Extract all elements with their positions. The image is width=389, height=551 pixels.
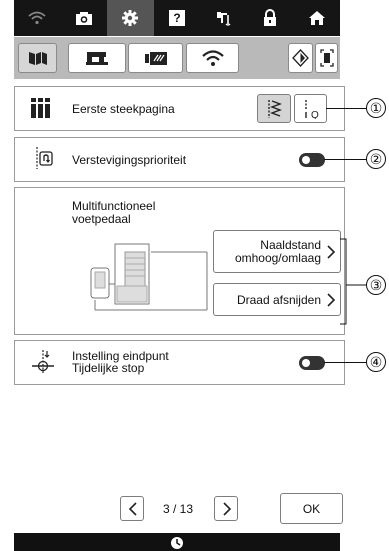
camera-tab[interactable] xyxy=(61,0,108,36)
top-navigation-bar: ? xyxy=(14,0,340,36)
screen-resize-button[interactable] xyxy=(315,43,338,73)
settings-tab[interactable] xyxy=(107,0,154,36)
callout-line-4 xyxy=(324,362,367,363)
memory-icon xyxy=(292,49,309,67)
end-point-toggle[interactable] xyxy=(299,356,325,370)
reinforcement-priority-toggle[interactable] xyxy=(299,153,325,167)
help-tab[interactable]: ? xyxy=(154,0,201,36)
sewing-settings-icon xyxy=(86,52,108,65)
tab-sewing-settings[interactable] xyxy=(68,43,126,73)
thread-cut-button[interactable]: Draad afsnijden xyxy=(213,283,341,316)
home-icon xyxy=(308,11,325,25)
needle-position-line2: omhoog/omlaag xyxy=(234,251,321,265)
callout-line-2 xyxy=(324,159,367,160)
reinforcement-priority-row: Verstevigingsprioriteit xyxy=(14,137,345,182)
embroidery-settings-icon xyxy=(144,52,167,65)
page-indicator: 3 / 13 xyxy=(162,502,194,516)
reinforcement-priority-label: Verstevigingsprioriteit xyxy=(72,153,187,167)
lock-tab[interactable] xyxy=(247,0,294,36)
previous-page-button[interactable] xyxy=(120,496,144,521)
chevron-right-icon xyxy=(223,502,232,516)
callout-marker-3: ③ xyxy=(366,275,386,295)
foot-pedal-title-line2: voetpedaal xyxy=(72,212,131,226)
tab-machine-settings[interactable] xyxy=(18,43,57,73)
chevron-left-icon xyxy=(128,502,137,516)
first-stitch-page-row: Eerste steekpagina Q xyxy=(14,86,345,131)
reinforcement-icon xyxy=(36,147,53,169)
tab-embroidery-settings[interactable] xyxy=(128,43,183,73)
wifi-settings-icon xyxy=(201,49,224,66)
thread-cut-label: Draad afsnijden xyxy=(236,293,321,307)
callout-marker-1: ① xyxy=(366,98,386,118)
multifunction-foot-pedal-panel: Multifunctioneel voetpedaal Naaldstand o… xyxy=(14,187,345,335)
needle-position-button[interactable]: Naaldstand omhoog/omlaag xyxy=(213,230,341,273)
next-page-button[interactable] xyxy=(214,496,238,521)
camera-icon xyxy=(75,11,92,25)
needle-tab[interactable] xyxy=(200,0,247,36)
end-point-icon xyxy=(32,350,54,374)
home-tab[interactable] xyxy=(293,0,340,36)
end-point-label-line2: Tijdelijke stop xyxy=(72,361,145,375)
svg-text:Q: Q xyxy=(311,110,319,119)
toggle-knob xyxy=(302,156,310,164)
callout-marker-2: ② xyxy=(366,149,386,169)
callout-bracket-3 xyxy=(340,238,367,325)
help-icon: ? xyxy=(169,10,186,26)
bottom-status-bar xyxy=(14,533,340,551)
fullscreen-icon xyxy=(319,49,334,67)
settings-category-bar xyxy=(14,37,340,79)
first-page-utility-option[interactable] xyxy=(257,94,291,123)
end-point-setting-row: Instelling eindpunt Tijdelijke stop xyxy=(14,340,345,385)
straight-stitch-q-icon: Q xyxy=(305,100,319,119)
tab-wireless-settings[interactable] xyxy=(186,43,239,73)
first-stitch-page-label: Eerste steekpagina xyxy=(72,102,175,116)
stitch-list-icon xyxy=(31,98,50,118)
wifi-tab[interactable] xyxy=(14,0,61,36)
zigzag-stitch-icon xyxy=(268,100,282,118)
callout-line-1 xyxy=(326,108,367,109)
foot-pedal-illustration xyxy=(90,243,208,311)
gear-icon xyxy=(122,10,139,26)
settings-memory-button[interactable] xyxy=(288,43,313,73)
wifi-icon xyxy=(28,11,46,25)
chevron-right-icon xyxy=(327,245,335,259)
chevron-right-icon xyxy=(327,293,335,307)
needle-icon xyxy=(216,12,231,26)
clock-icon xyxy=(171,537,183,549)
callout-marker-4: ④ xyxy=(366,352,386,372)
ok-button[interactable]: OK xyxy=(280,493,343,524)
lock-icon xyxy=(264,9,277,26)
toggle-knob xyxy=(302,359,310,367)
first-page-quick-option[interactable]: Q xyxy=(294,94,327,123)
machine-settings-icon xyxy=(28,52,47,65)
